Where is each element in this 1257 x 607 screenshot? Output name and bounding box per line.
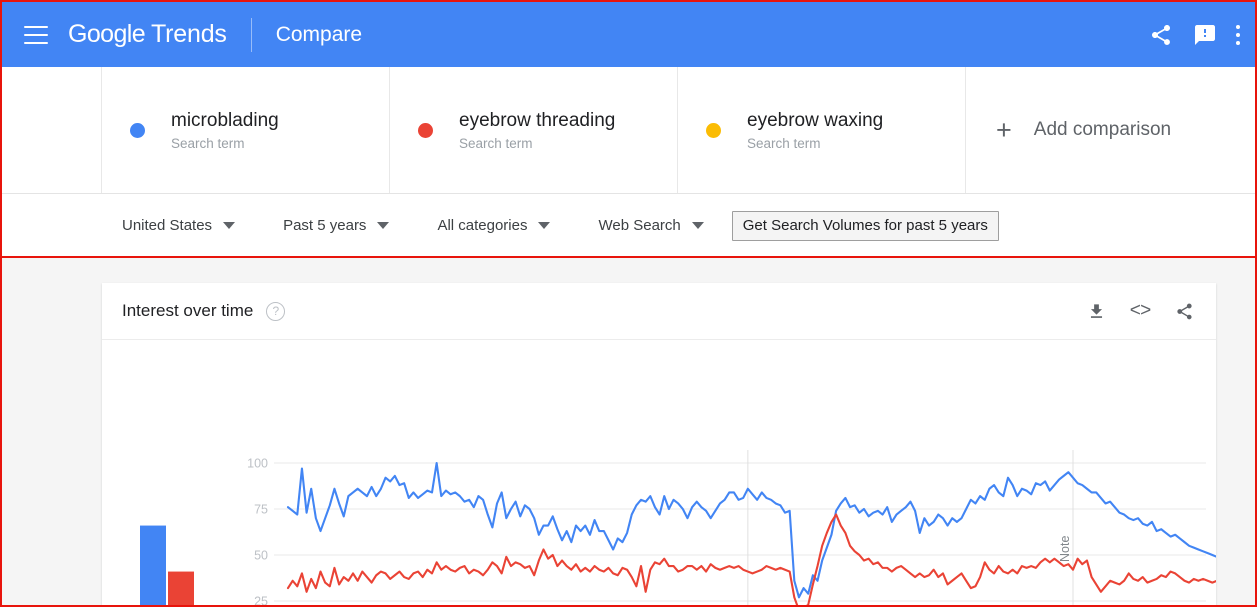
chevron-down-icon xyxy=(691,222,704,229)
time-range-filter-label: Past 5 years xyxy=(283,217,367,234)
page-title: Compare xyxy=(275,22,363,46)
plus-icon: + xyxy=(996,114,1012,145)
average-bar-1[interactable] xyxy=(140,525,166,607)
series-line-1[interactable] xyxy=(286,461,1216,599)
y-axis-tick-50: 50 xyxy=(254,549,268,563)
card-header: Interest over time ? <> xyxy=(102,283,1216,340)
app-header: Google Trends Compare xyxy=(2,2,1255,67)
chart-svg: 100755025AverageOct 22, 2017Jul 14, 2019… xyxy=(140,450,1216,607)
chevron-down-icon xyxy=(377,222,390,229)
comparison-terms-row: microblading Search term eyebrow threadi… xyxy=(2,67,1255,194)
embed-code-icon[interactable]: <> xyxy=(1128,299,1152,323)
series-line-2[interactable] xyxy=(286,513,1216,607)
search-type-filter[interactable]: Web Search xyxy=(598,217,704,234)
term-type-2: Search term xyxy=(459,135,533,151)
term-type-1: Search term xyxy=(171,135,245,151)
card-title: Interest over time xyxy=(122,301,254,320)
comparison-term-1[interactable]: microblading Search term xyxy=(102,67,390,193)
brand-google-label: Google xyxy=(68,20,146,48)
series-color-dot-1 xyxy=(130,122,145,138)
interest-over-time-card: Interest over time ? <> 100755025Average… xyxy=(102,283,1216,607)
series-color-dot-3 xyxy=(706,122,721,138)
add-comparison-label: Add comparison xyxy=(1033,119,1172,140)
category-filter[interactable]: All categories xyxy=(437,217,551,234)
download-icon[interactable] xyxy=(1084,299,1108,323)
y-axis-tick-25: 25 xyxy=(254,595,268,607)
more-vertical-icon[interactable] xyxy=(1227,13,1249,57)
add-comparison-button[interactable]: + Add comparison xyxy=(966,67,1255,193)
chart-note-annotation[interactable]: Note xyxy=(1058,536,1072,562)
location-filter-label: United States xyxy=(122,217,213,234)
share-icon[interactable] xyxy=(1139,13,1183,57)
average-bar-2[interactable] xyxy=(168,571,194,607)
interest-over-time-chart[interactable]: 100755025AverageOct 22, 2017Jul 14, 2019… xyxy=(102,340,1216,607)
google-trends-page: Google Trends Compare microblading Searc… xyxy=(0,0,1257,607)
terms-left-spacer xyxy=(2,67,102,193)
y-axis-tick-100: 100 xyxy=(247,457,268,471)
time-range-filter[interactable]: Past 5 years xyxy=(283,217,390,234)
term-name-2: eyebrow threading xyxy=(459,110,616,132)
filter-bar: United States Past 5 years All categorie… xyxy=(2,194,1255,257)
location-filter[interactable]: United States xyxy=(122,217,236,234)
hamburger-menu-icon[interactable] xyxy=(24,25,48,44)
term-name-1: microblading xyxy=(171,110,279,132)
feedback-icon[interactable] xyxy=(1183,13,1227,57)
comparison-term-3[interactable]: eyebrow waxing Search term xyxy=(678,67,966,193)
term-type-3: Search term xyxy=(747,135,821,151)
card-actions: <> xyxy=(1084,299,1196,323)
help-circle-icon[interactable]: ? xyxy=(266,301,286,321)
term-name-3: eyebrow waxing xyxy=(747,110,884,132)
brand-product-label: Trends xyxy=(151,20,227,48)
chevron-down-icon xyxy=(223,222,236,229)
get-search-volumes-button[interactable]: Get Search Volumes for past 5 years xyxy=(731,210,999,241)
google-trends-logo[interactable]: Google Trends xyxy=(68,20,227,49)
y-axis-tick-75: 75 xyxy=(254,503,268,517)
header-divider xyxy=(250,17,252,52)
chevron-down-icon xyxy=(538,222,551,229)
share-icon[interactable] xyxy=(1172,299,1196,323)
comparison-term-2[interactable]: eyebrow threading Search term xyxy=(390,67,678,193)
category-filter-label: All categories xyxy=(437,217,528,234)
search-type-filter-label: Web Search xyxy=(598,217,681,234)
header-actions xyxy=(1139,13,1255,57)
series-color-dot-2 xyxy=(418,122,433,138)
